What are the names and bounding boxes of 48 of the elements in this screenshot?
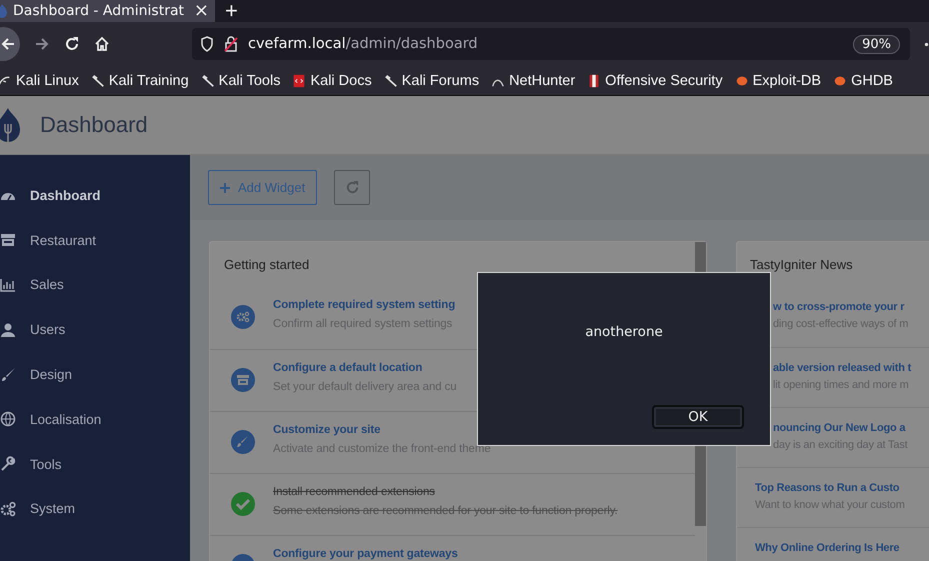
page-title: Dashboard	[40, 112, 148, 138]
close-tab-button[interactable]: ×	[194, 2, 209, 20]
wrench-icon	[0, 456, 16, 472]
bookmark[interactable]: Offensive Security	[587, 72, 723, 88]
card-title: Getting started	[223, 256, 310, 274]
plus-icon	[220, 182, 230, 192]
tab-title: Dashboard - Administrat	[13, 3, 186, 19]
bookmark[interactable]: NetHunter	[491, 72, 576, 88]
sidebar-item[interactable]: Sales	[0, 262, 190, 308]
bookmark[interactable]: Kali Forums	[384, 72, 480, 88]
home-icon[interactable]	[94, 36, 110, 52]
more-icon[interactable]	[924, 42, 929, 46]
sidebar-item[interactable]: Design	[0, 352, 190, 397]
bar-chart-icon	[0, 276, 16, 293]
task-title: Install recommended extensions	[273, 485, 436, 499]
bookmark[interactable]: Kali Docs	[292, 72, 372, 88]
lock-slash-icon	[224, 36, 238, 52]
card-title: TastyIgniter News	[749, 256, 854, 274]
sidebar-item[interactable]: Dashboard	[0, 173, 190, 218]
shield-icon	[200, 36, 214, 52]
url-path: /admin/dashboard	[346, 36, 478, 52]
ok-button[interactable]: OK	[652, 405, 744, 429]
gears-icon	[0, 500, 16, 517]
alert-message: anotherone	[584, 324, 664, 342]
reload-icon[interactable]	[64, 36, 80, 52]
sidebar-item[interactable]: Tools	[0, 442, 190, 487]
brush-icon	[0, 366, 16, 383]
sidebar-item[interactable]: Users	[0, 307, 190, 352]
document-icon	[292, 74, 306, 88]
bookmark[interactable]: Kali Tools	[200, 72, 280, 88]
bookmark[interactable]: Kali Linux	[0, 72, 79, 88]
task-description: Some extensions are recommended for your site to function properly.	[273, 504, 618, 518]
sidebar-item[interactable]: Restaurant	[0, 218, 190, 263]
url-host: cvefarm.local	[248, 36, 346, 52]
bookmark[interactable]: Kali Training	[90, 72, 189, 88]
refresh-icon	[344, 180, 360, 195]
new-tab-button[interactable]: +	[225, 0, 238, 22]
zoom-level[interactable]: 90%	[853, 34, 900, 54]
back-arrow-icon	[0, 36, 16, 52]
address-bar[interactable]: cvefarm.local/admin/dashboard 90%	[192, 28, 910, 60]
bookmark[interactable]: Exploit-DB	[734, 72, 822, 88]
user-icon	[0, 322, 16, 338]
sidebar-item[interactable]: System	[0, 486, 190, 532]
browser-tab[interactable]: Dashboard - Administrat ×	[0, 0, 215, 22]
sidebar-item[interactable]: Localisation	[0, 396, 190, 442]
globe-icon	[0, 411, 16, 428]
forward-icon[interactable]	[34, 36, 50, 52]
bookmark[interactable]: GHDB	[833, 72, 893, 88]
